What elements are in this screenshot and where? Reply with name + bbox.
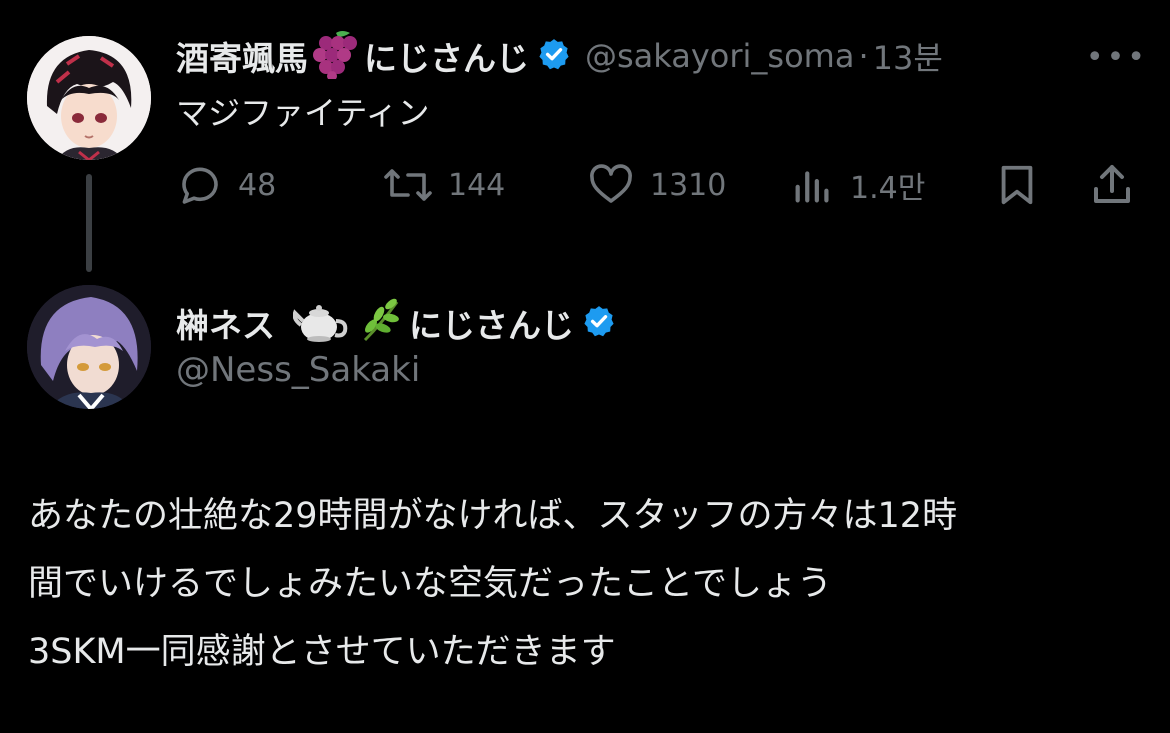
retweet-button[interactable]: 144 <box>382 158 505 212</box>
bookmark-icon <box>1001 165 1033 205</box>
parent-tweet-header: 酒寄颯馬 にじさんじ @sakayori_soma · 13분 <box>176 28 1150 84</box>
retweet-icon <box>384 169 432 201</box>
tweet-text-line: 3SKM一同感謝とさせていただきます <box>28 632 616 672</box>
parent-timestamp[interactable]: 13분 <box>873 33 943 79</box>
views-button[interactable]: 1.4만 <box>790 158 925 212</box>
avatar-ness[interactable] <box>27 285 151 409</box>
avatar-illustration-icon <box>27 285 151 409</box>
thread-connector-line <box>86 174 92 272</box>
tweet-action-bar: 48 144 1310 1.4만 <box>176 158 1140 212</box>
reply-count: 48 <box>238 167 277 203</box>
like-button[interactable]: 1310 <box>586 158 726 212</box>
reply-display-name[interactable]: 榊ネス <box>176 299 275 347</box>
reply-handle[interactable]: @Ness_Sakaki <box>176 350 420 390</box>
verified-badge-icon <box>582 304 616 342</box>
herb-icon <box>359 298 403 348</box>
reply-tweet-header: 榊ネス にじさんじ <box>176 296 616 350</box>
reply-bubble-icon <box>182 167 218 204</box>
share-upload-icon <box>1094 165 1130 203</box>
separator-dot: · <box>858 37 869 75</box>
bookmark-button[interactable] <box>994 158 1054 212</box>
grape-icon <box>312 29 358 83</box>
analytics-bars-icon <box>795 171 829 203</box>
more-options-icon[interactable]: ••• <box>1086 43 1148 73</box>
tweet-text-line: 間でいけるでしょみたいな空気だったことでしょう <box>28 564 832 604</box>
parent-affiliation: にじさんじ <box>364 39 529 78</box>
reply-affiliation: にじさんじ <box>409 306 574 345</box>
parent-display-name[interactable]: 酒寄颯馬 <box>176 32 308 80</box>
reply-button[interactable]: 48 <box>176 158 276 212</box>
verified-badge-icon <box>537 37 571 75</box>
parent-handle[interactable]: @sakayori_soma <box>585 37 854 75</box>
avatar-illustration-icon <box>27 36 151 160</box>
share-button[interactable] <box>1088 158 1150 212</box>
parent-tweet-text: マジファイティン <box>176 94 430 132</box>
avatar-sakayori[interactable] <box>27 36 151 160</box>
view-count: 1.4만 <box>850 171 926 206</box>
retweet-count: 144 <box>448 167 506 203</box>
tweet-text-line: あなたの壮絶な29時間がなければ、スタッフの方々は12時 <box>28 496 958 536</box>
like-count: 1310 <box>650 167 727 203</box>
heart-icon <box>590 164 632 203</box>
teapot-icon <box>292 299 349 347</box>
reply-tweet-text: あなたの壮絶な29時間がなければ、スタッフの方々は12時 間でいけるでしょみたい… <box>28 482 1148 686</box>
